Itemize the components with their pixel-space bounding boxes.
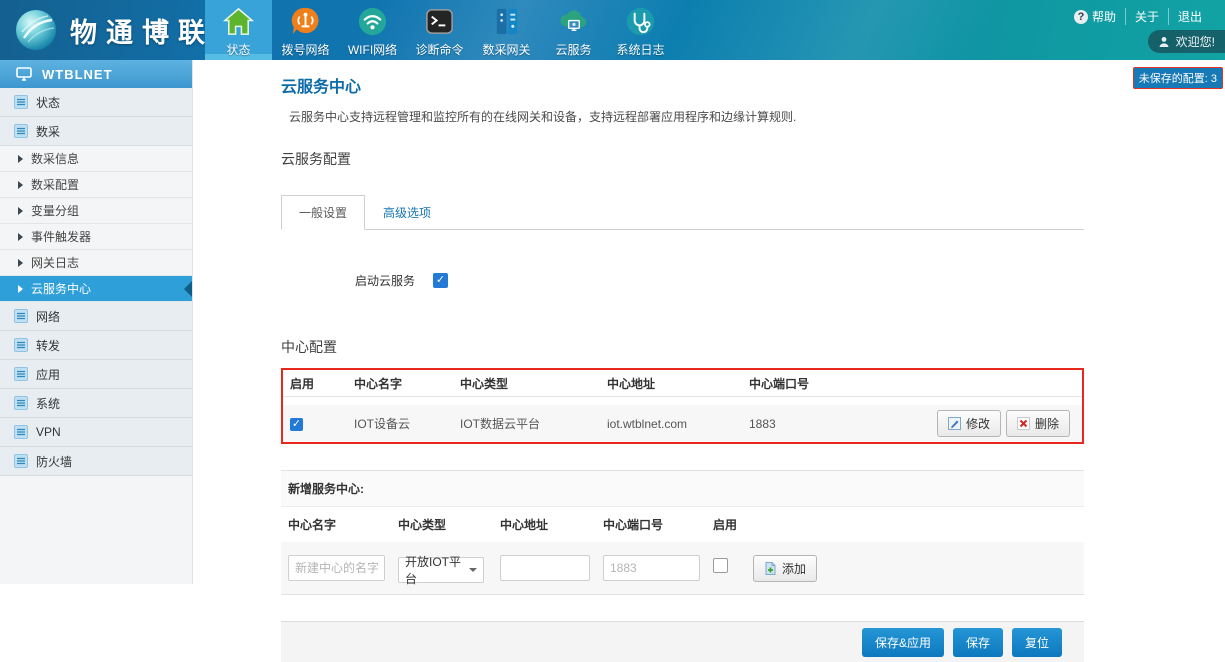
edit-button[interactable]: 修改 (937, 410, 1001, 437)
list-icon (14, 95, 28, 109)
welcome-badge: 欢迎您! (1148, 30, 1225, 53)
chevron-down-icon (469, 568, 477, 572)
about-link[interactable]: 关于 (1126, 8, 1169, 25)
main-panel: 未保存的配置: 3 云服务中心 云服务中心支持远程管理和监控所有的在线网关和设备… (194, 60, 1225, 584)
top-nav: 状态 拨号网络 WIFI网络 诊断命令 数采网关 (205, 0, 674, 60)
center-type-select[interactable]: 开放IOT平台 (398, 557, 484, 583)
nav-item-diagnostic-command[interactable]: 诊断命令 (406, 0, 473, 60)
list-icon (14, 309, 28, 323)
sidebar-item-gateway-log[interactable]: 网关日志 (0, 250, 192, 276)
sidebar: WTBLNET 状态 数采 数采信息 数采配置 变量分组 事件触发器 网关日志 … (0, 60, 193, 584)
save-apply-button[interactable]: 保存&应用 (862, 628, 944, 657)
device-name: WTBLNET (42, 67, 113, 82)
gateway-servers-icon (490, 5, 523, 38)
table-spacer (283, 397, 1082, 405)
new-center-name-input[interactable] (288, 555, 385, 581)
table-row: IOT设备云 IOT数据云平台 iot.wtblnet.com 1883 修改 … (283, 405, 1082, 442)
dial-network-icon (289, 5, 322, 38)
new-center-address-input[interactable] (500, 555, 590, 581)
help-link[interactable]: ? 帮助 (1065, 8, 1126, 25)
center-port-cell: 1883 (749, 417, 937, 431)
sidebar-item-system[interactable]: 系统 (0, 389, 192, 418)
top-right-links: ? 帮助 关于 退出 (1065, 8, 1211, 25)
sidebar-item-vpn[interactable]: VPN (0, 418, 192, 447)
enable-cloud-checkbox[interactable] (433, 273, 448, 288)
cloud-service-icon (557, 5, 590, 38)
center-name-cell: IOT设备云 (354, 415, 460, 432)
page-description: 云服务中心支持远程管理和监控所有的在线网关和设备，支持远程部署应用程序和边缘计算… (289, 108, 1084, 125)
tab-advanced-options[interactable]: 高级选项 (365, 195, 449, 230)
arrow-right-icon (18, 181, 23, 189)
unsaved-config-badge[interactable]: 未保存的配置: 3 (1133, 67, 1223, 89)
arrow-right-icon (18, 285, 23, 293)
monitor-icon (16, 67, 32, 81)
delete-x-icon (1017, 417, 1030, 430)
list-icon (14, 454, 28, 468)
nav-item-wifi-network[interactable]: WIFI网络 (339, 0, 406, 60)
user-icon (1158, 36, 1170, 48)
page-title: 云服务中心 (281, 73, 1084, 97)
logout-link[interactable]: 退出 (1169, 8, 1211, 25)
add-page-icon (764, 562, 777, 575)
terminal-icon (423, 5, 456, 38)
center-config-table: 启用 中心名字 中心类型 中心地址 中心端口号 IOT设备云 IOT数据云平台 … (281, 368, 1084, 444)
brand-logo: 物通博联 (14, 8, 214, 52)
arrow-right-icon (18, 155, 23, 163)
list-icon (14, 367, 28, 381)
system-log-icon (624, 5, 657, 38)
add-form-inputs: 开放IOT平台 添加 (281, 542, 1084, 594)
sidebar-item-firewall[interactable]: 防火墙 (0, 447, 192, 476)
home-icon (222, 5, 255, 38)
arrow-right-icon (18, 233, 23, 241)
list-icon (14, 425, 28, 439)
delete-button[interactable]: 删除 (1006, 410, 1070, 437)
logo-sphere-icon (14, 8, 58, 52)
sidebar-item-data-info[interactable]: 数采信息 (0, 146, 192, 172)
center-address-cell: iot.wtblnet.com (607, 417, 749, 431)
add-service-center-block: 新增服务中心: 中心名字 中心类型 中心地址 中心端口号 启用 开放IOT平台 (281, 470, 1084, 595)
wifi-icon (356, 5, 389, 38)
sidebar-item-status[interactable]: 状态 (0, 88, 192, 117)
sidebar-item-application[interactable]: 应用 (0, 360, 192, 389)
save-button[interactable]: 保存 (953, 628, 1003, 657)
arrow-right-icon (18, 259, 23, 267)
sidebar-item-event-trigger[interactable]: 事件触发器 (0, 224, 192, 250)
reset-button[interactable]: 复位 (1012, 628, 1062, 657)
sidebar-item-cloud-service-center[interactable]: 云服务中心 (0, 276, 192, 302)
sidebar-item-network[interactable]: 网络 (0, 302, 192, 331)
list-icon (14, 338, 28, 352)
tab-general-settings[interactable]: 一般设置 (281, 195, 365, 230)
new-center-enable-checkbox[interactable] (713, 558, 728, 573)
add-form-labels: 中心名字 中心类型 中心地址 中心端口号 启用 (281, 507, 1084, 542)
footer-action-bar: 保存&应用 保存 复位 (281, 621, 1084, 662)
new-center-port-input[interactable] (603, 555, 700, 581)
edit-pencil-icon (948, 417, 961, 430)
sidebar-header: WTBLNET (0, 60, 192, 88)
sidebar-item-data-config[interactable]: 数采配置 (0, 172, 192, 198)
center-type-cell: IOT数据云平台 (460, 415, 607, 432)
arrow-right-icon (18, 207, 23, 215)
sidebar-item-variable-group[interactable]: 变量分组 (0, 198, 192, 224)
sidebar-item-data-acquisition[interactable]: 数采 (0, 117, 192, 146)
nav-item-dial-network[interactable]: 拨号网络 (272, 0, 339, 60)
center-config-section-label: 中心配置 (281, 337, 1084, 357)
nav-item-data-gateway[interactable]: 数采网关 (473, 0, 540, 60)
settings-tabs: 一般设置 高级选项 (281, 199, 1084, 230)
table-header-row: 启用 中心名字 中心类型 中心地址 中心端口号 (283, 370, 1082, 397)
cloud-config-section-label: 云服务配置 (281, 149, 1084, 169)
row-enabled-checkbox[interactable] (290, 418, 303, 431)
enable-cloud-row: 启动云服务 (355, 272, 1084, 289)
add-block-title: 新增服务中心: (281, 471, 1084, 507)
nav-item-system-log[interactable]: 系统日志 (607, 0, 674, 60)
list-icon (14, 396, 28, 410)
add-button[interactable]: 添加 (753, 555, 817, 582)
top-header-bar: 物通博联 状态 拨号网络 WIFI网络 诊断命令 (0, 0, 1225, 60)
sidebar-item-forwarding[interactable]: 转发 (0, 331, 192, 360)
nav-item-cloud-service[interactable]: 云服务 (540, 0, 607, 60)
brand-name: 物通博联 (70, 11, 214, 50)
question-icon: ? (1074, 10, 1088, 24)
enable-cloud-label: 启动云服务 (355, 272, 415, 289)
nav-item-status[interactable]: 状态 (205, 0, 272, 60)
list-icon (14, 124, 28, 138)
